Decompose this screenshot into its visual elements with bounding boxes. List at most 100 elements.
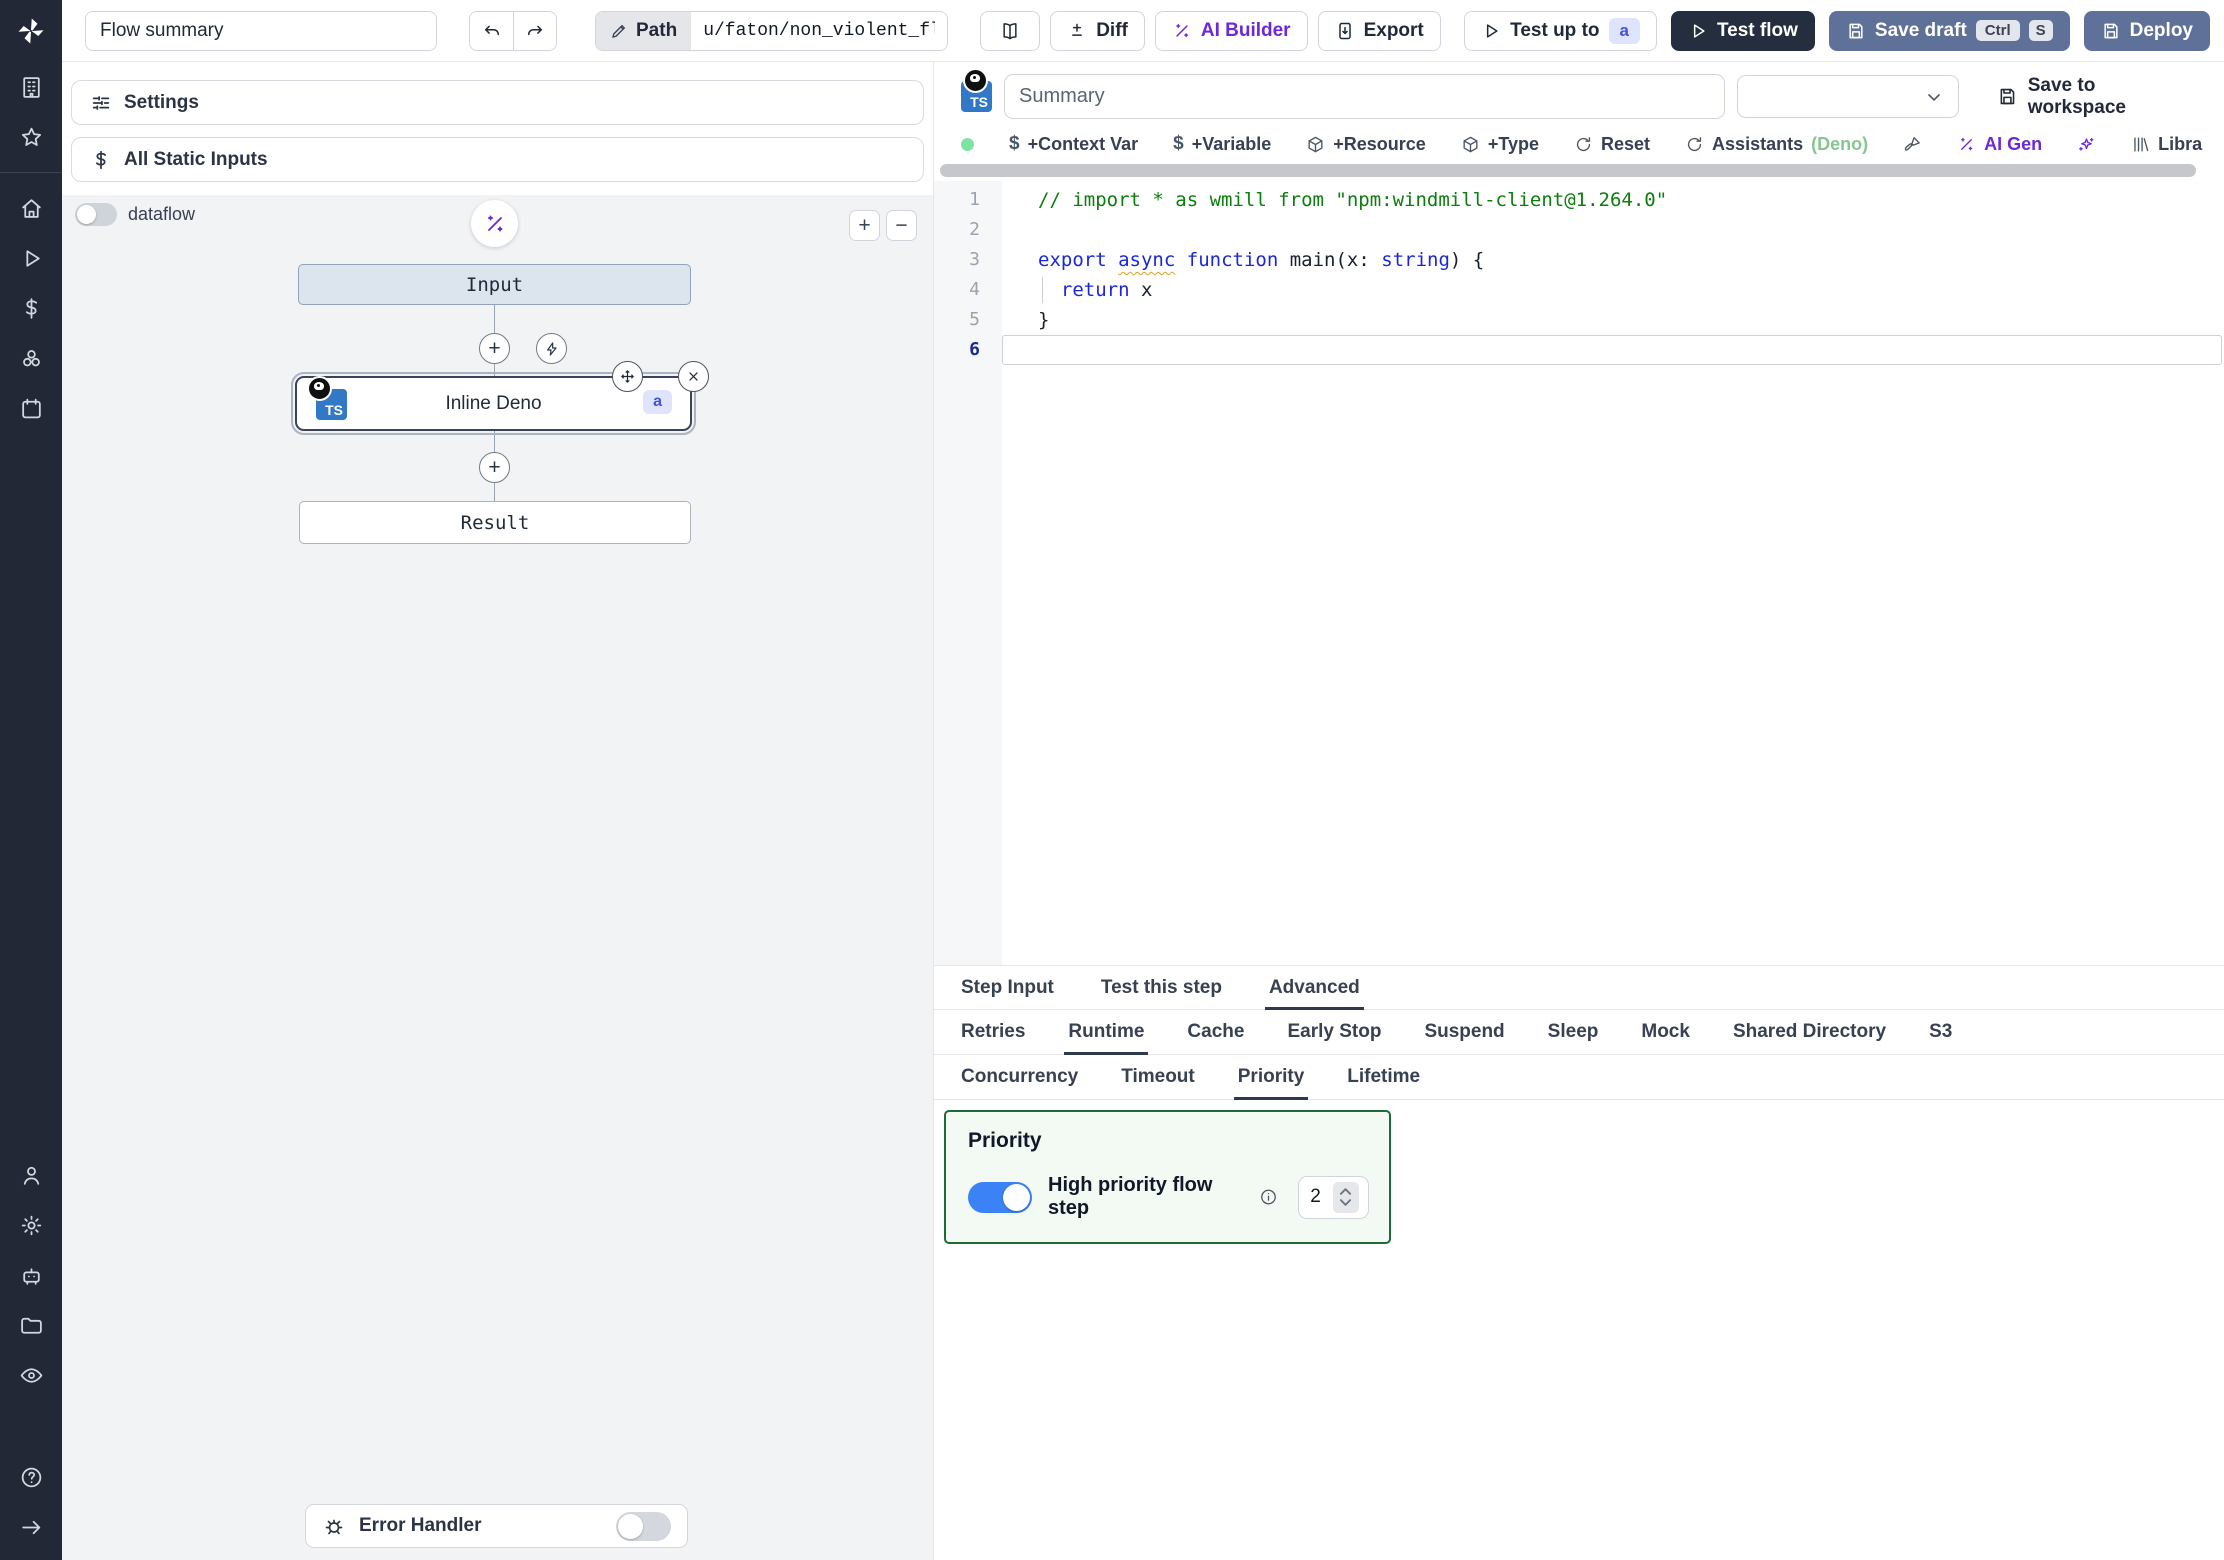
move-step-button[interactable]	[612, 361, 643, 392]
code-line[interactable]: 2	[934, 215, 2224, 245]
help-question-icon[interactable]	[0, 1452, 62, 1502]
flow-settings-button[interactable]: Settings	[71, 80, 924, 125]
code-line[interactable]: 5}	[934, 305, 2224, 335]
tab-test-this-step[interactable]: Test this step	[1101, 966, 1222, 1009]
collapse-arrow-icon[interactable]	[0, 1502, 62, 1552]
ai-gen-button[interactable]: AI Gen	[1957, 134, 2042, 155]
add-step-button[interactable]: +	[479, 333, 510, 364]
high-priority-toggle[interactable]	[968, 1182, 1032, 1213]
diff-button[interactable]: Diff	[1050, 11, 1145, 51]
variables-dollar-icon[interactable]	[0, 283, 62, 333]
stepper-buttons[interactable]	[1333, 1182, 1359, 1213]
edge-line	[494, 363, 495, 376]
ai-builder-button[interactable]: AI Builder	[1155, 11, 1308, 51]
tab-runtime[interactable]: Runtime	[1068, 1010, 1144, 1054]
tab-step-input[interactable]: Step Input	[961, 966, 1054, 1009]
deno-icon	[307, 376, 332, 401]
code-editor[interactable]: 1// import * as wmill from "npm:windmill…	[934, 181, 2224, 965]
flow-summary-input[interactable]	[85, 11, 437, 51]
runs-play-icon[interactable]	[0, 233, 62, 283]
redo-button[interactable]	[513, 11, 557, 51]
schedules-calendar-icon[interactable]	[0, 383, 62, 433]
sparkles-icon	[2077, 135, 2096, 154]
editor-hscrollbar[interactable]	[934, 161, 2224, 181]
add-step-button[interactable]: +	[479, 452, 510, 483]
add-trigger-bolt-button[interactable]	[536, 333, 567, 364]
delete-step-button[interactable]	[678, 361, 709, 392]
code-line[interactable]: 3export async function main(x: string) {	[934, 245, 2224, 275]
flow-result-node[interactable]: Result	[299, 501, 691, 544]
priority-value-input[interactable]	[1299, 1186, 1333, 1208]
tab-suspend[interactable]: Suspend	[1424, 1010, 1504, 1054]
tab-timeout[interactable]: Timeout	[1121, 1055, 1195, 1099]
user-icon[interactable]	[0, 1150, 62, 1200]
inline-deno-step-node[interactable]: TS Inline Deno a	[295, 376, 692, 431]
step-summary-input[interactable]	[1004, 74, 1725, 119]
static-inputs-button[interactable]: All Static Inputs	[71, 137, 924, 182]
library-icon	[2131, 135, 2150, 154]
windmill-logo-icon[interactable]	[0, 0, 62, 62]
step-id-badge: a	[643, 390, 672, 414]
flow-panel: Settings All Static Inputs dataflow +	[62, 62, 934, 1560]
tab-shared-directory[interactable]: Shared Directory	[1733, 1010, 1886, 1054]
zoom-in-button[interactable]: +	[849, 210, 880, 241]
format-brush-button[interactable]	[1903, 135, 1922, 154]
workers-robot-icon[interactable]	[0, 1250, 62, 1300]
add-resource-button[interactable]: +Resource	[1306, 134, 1426, 155]
test-up-to-button[interactable]: Test up to a	[1464, 11, 1657, 51]
workspace-building-icon[interactable]	[0, 62, 62, 112]
resources-group-icon[interactable]	[0, 333, 62, 383]
deploy-button[interactable]: Deploy	[2084, 11, 2210, 51]
settings-gear-icon[interactable]	[0, 1200, 62, 1250]
tab-retries[interactable]: Retries	[961, 1010, 1025, 1054]
audit-eye-icon[interactable]	[0, 1350, 62, 1400]
kbd-s: S	[2029, 20, 2053, 41]
save-to-workspace-button[interactable]: Save to workspace	[1997, 75, 2198, 119]
tab-priority[interactable]: Priority	[1238, 1055, 1305, 1099]
test-flow-button[interactable]: Test flow	[1671, 11, 1815, 51]
home-icon[interactable]	[0, 183, 62, 233]
close-icon	[685, 368, 702, 385]
tab-early-stop[interactable]: Early Stop	[1287, 1010, 1381, 1054]
export-button[interactable]: Export	[1318, 11, 1441, 51]
reset-button[interactable]: Reset	[1574, 134, 1650, 155]
tab-sleep[interactable]: Sleep	[1548, 1010, 1599, 1054]
tab-mock[interactable]: Mock	[1641, 1010, 1690, 1054]
undo-button[interactable]	[469, 11, 513, 51]
dataflow-toggle[interactable]	[75, 203, 117, 226]
tab-advanced[interactable]: Advanced	[1269, 966, 1360, 1009]
scrollbar-thumb[interactable]	[940, 164, 2196, 177]
ai-flow-wand-button[interactable]	[471, 200, 518, 247]
path-control: Path	[595, 11, 948, 51]
assistants-button[interactable]: Assistants (Deno)	[1685, 134, 1868, 155]
path-edit-button[interactable]: Path	[596, 12, 691, 50]
add-type-button[interactable]: +Type	[1461, 134, 1539, 155]
zoom-out-button[interactable]: −	[886, 210, 917, 241]
save-icon	[1846, 21, 1866, 41]
folders-icon[interactable]	[0, 1300, 62, 1350]
tab-concurrency[interactable]: Concurrency	[961, 1055, 1078, 1099]
library-button[interactable]: Libra	[2131, 134, 2202, 155]
flow-input-node[interactable]: Input	[298, 264, 691, 305]
code-line[interactable]: 1// import * as wmill from "npm:windmill…	[934, 185, 2224, 215]
tab-cache[interactable]: Cache	[1187, 1010, 1244, 1054]
save-draft-button[interactable]: Save draft Ctrl S	[1829, 11, 2070, 51]
code-text: export async function main(x: string) {	[1002, 245, 2222, 275]
error-handler-node[interactable]: Error Handler	[305, 1504, 688, 1548]
advanced-tabs: Retries Runtime Cache Early Stop Suspend…	[934, 1010, 2224, 1055]
ai-sparkle-button[interactable]	[2077, 135, 2096, 154]
tab-s3[interactable]: S3	[1929, 1010, 1952, 1054]
docs-button[interactable]	[980, 11, 1040, 51]
dollar-icon: $	[1173, 133, 1184, 155]
step-editor-panel: TS Save to workspace $ +Context	[934, 62, 2224, 1560]
code-line[interactable]: 4 return x	[934, 275, 2224, 305]
tab-lifetime[interactable]: Lifetime	[1347, 1055, 1420, 1099]
flow-graph: dataflow + − Input +	[62, 195, 933, 1560]
path-input[interactable]	[691, 12, 947, 50]
error-handler-toggle[interactable]	[616, 1512, 671, 1541]
language-select[interactable]	[1737, 75, 1959, 118]
add-context-var-button[interactable]: $ +Context Var	[1009, 133, 1138, 155]
code-line[interactable]: 6	[934, 335, 2224, 365]
favorites-star-icon[interactable]	[0, 112, 62, 162]
add-variable-button[interactable]: $ +Variable	[1173, 133, 1271, 155]
